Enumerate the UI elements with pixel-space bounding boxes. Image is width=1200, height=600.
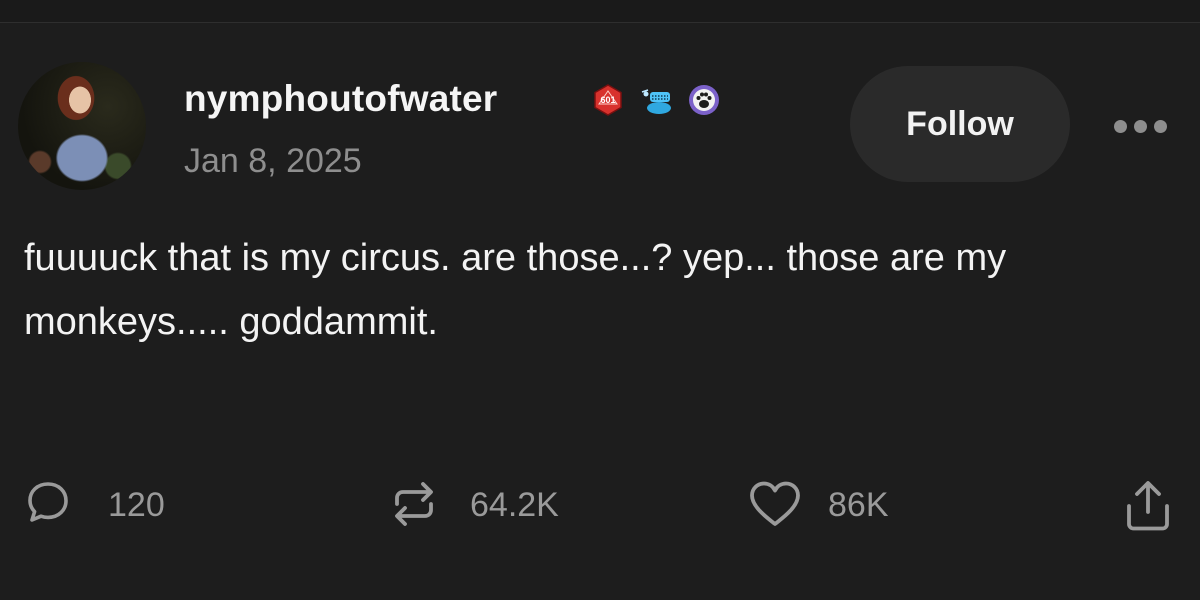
speech-bubble-icon <box>28 482 68 522</box>
reply-count: 120 <box>108 486 165 524</box>
like-count: 86K <box>828 486 889 524</box>
rat-icon <box>641 89 671 114</box>
post-text: fuuuuck that is my circus. are those...?… <box>24 237 1007 343</box>
d20-dice-icon: 601 <box>594 84 622 116</box>
like-button[interactable]: 86K <box>746 476 926 536</box>
post-header: nymphoutofwater 601 Jan 8, 2025 Follow <box>0 0 1200 200</box>
d20-badge-number: 601 <box>600 95 615 105</box>
repost-count: 64.2K <box>470 486 559 524</box>
paw-print-icon <box>689 85 719 115</box>
more-dots-icon <box>1134 120 1147 133</box>
follow-button[interactable]: Follow <box>850 66 1070 182</box>
repost-arrows-icon <box>395 482 433 526</box>
reply-button[interactable]: 120 <box>24 476 184 536</box>
avatar[interactable] <box>18 62 146 190</box>
more-dots-icon <box>1154 120 1167 133</box>
username[interactable]: nymphoutofwater <box>184 78 497 120</box>
share-button[interactable] <box>1122 476 1178 536</box>
more-dots-icon <box>1114 120 1127 133</box>
repost-button[interactable]: 64.2K <box>388 476 598 536</box>
share-upload-icon <box>1127 481 1169 531</box>
heart-icon <box>750 481 800 526</box>
post-date[interactable]: Jan 8, 2025 <box>184 142 362 181</box>
more-options-button[interactable] <box>1108 108 1172 144</box>
